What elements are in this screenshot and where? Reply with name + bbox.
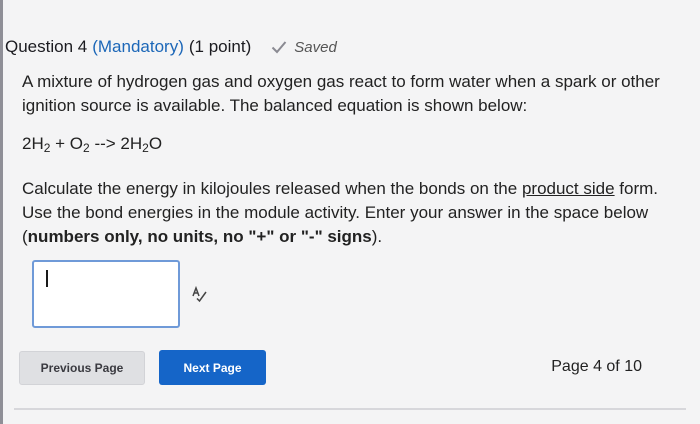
next-page-button[interactable]: Next Page [159,350,266,385]
left-border [0,0,3,424]
question-header: Question 4 (Mandatory) (1 point) Saved [5,36,337,58]
chemical-equation: 2H2 + O2 --> 2H2O [22,134,163,155]
question-intro: A mixture of hydrogen gas and oxygen gas… [22,72,660,115]
answer-input[interactable] [32,260,180,328]
saved-label: Saved [294,38,337,56]
bold-instructions: numbers only, no units, no "+" or "-" si… [27,227,372,246]
text-cursor [46,270,48,287]
question-prompt: Calculate the energy in kilojoules relea… [22,179,659,246]
saved-status: Saved [271,39,337,56]
points-label: (1 point) [188,37,252,56]
mandatory-label: (Mandatory) [92,37,184,56]
previous-page-button[interactable]: Previous Page [19,351,145,385]
page-indicator: Page 4 of 10 [551,358,642,375]
question-number: Question 4 [5,37,88,56]
check-icon [272,41,287,54]
bottom-divider [14,408,686,410]
underlined-phrase: product side [521,179,615,198]
spellcheck-icon[interactable] [190,285,208,303]
